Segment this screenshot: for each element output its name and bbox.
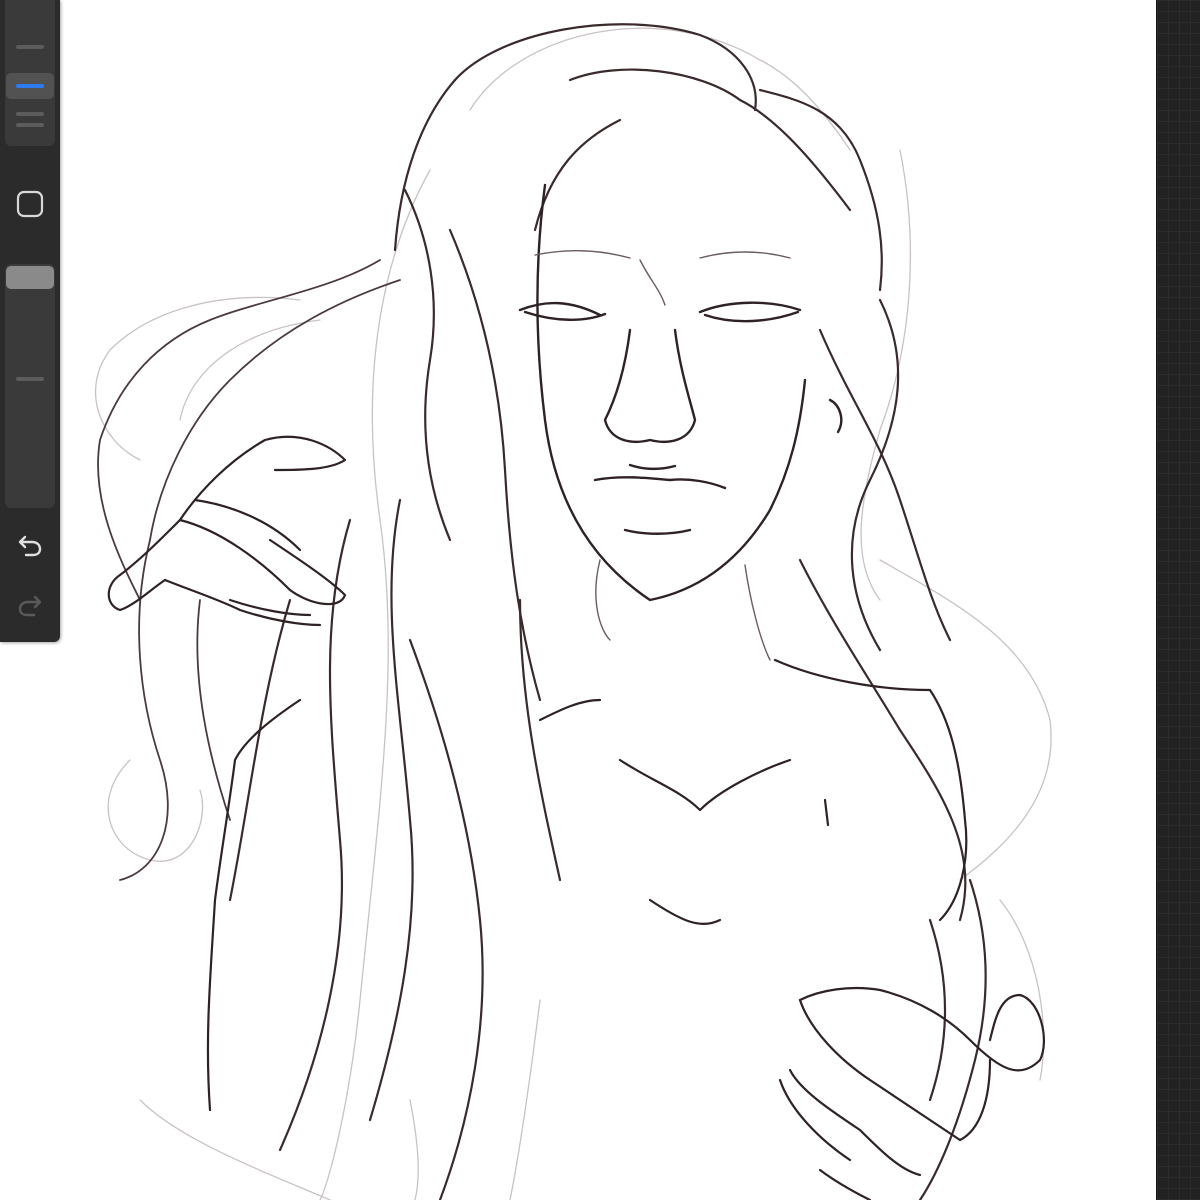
brush-size-slider[interactable] xyxy=(5,0,55,146)
brush-sidebar xyxy=(0,0,60,642)
redo-button[interactable] xyxy=(10,585,50,625)
line-art-sketch xyxy=(94,23,1052,1200)
brush-size-slider-thumb[interactable] xyxy=(6,73,54,99)
redo-arrow-icon xyxy=(18,595,42,617)
modify-button[interactable] xyxy=(10,184,50,224)
slider-tick xyxy=(16,45,44,49)
slider-thumb-indicator xyxy=(16,84,44,88)
slider-tick xyxy=(16,123,44,127)
undo-button[interactable] xyxy=(10,525,50,565)
square-modify-icon xyxy=(16,190,44,218)
brush-opacity-slider-thumb[interactable] xyxy=(6,266,54,289)
slider-tick xyxy=(16,112,44,116)
background-grid-strip xyxy=(1156,0,1200,1200)
brush-opacity-slider[interactable] xyxy=(5,264,55,508)
undo-arrow-icon xyxy=(18,535,42,557)
drawing-canvas[interactable] xyxy=(0,0,1156,1200)
slider-tick xyxy=(16,377,44,381)
